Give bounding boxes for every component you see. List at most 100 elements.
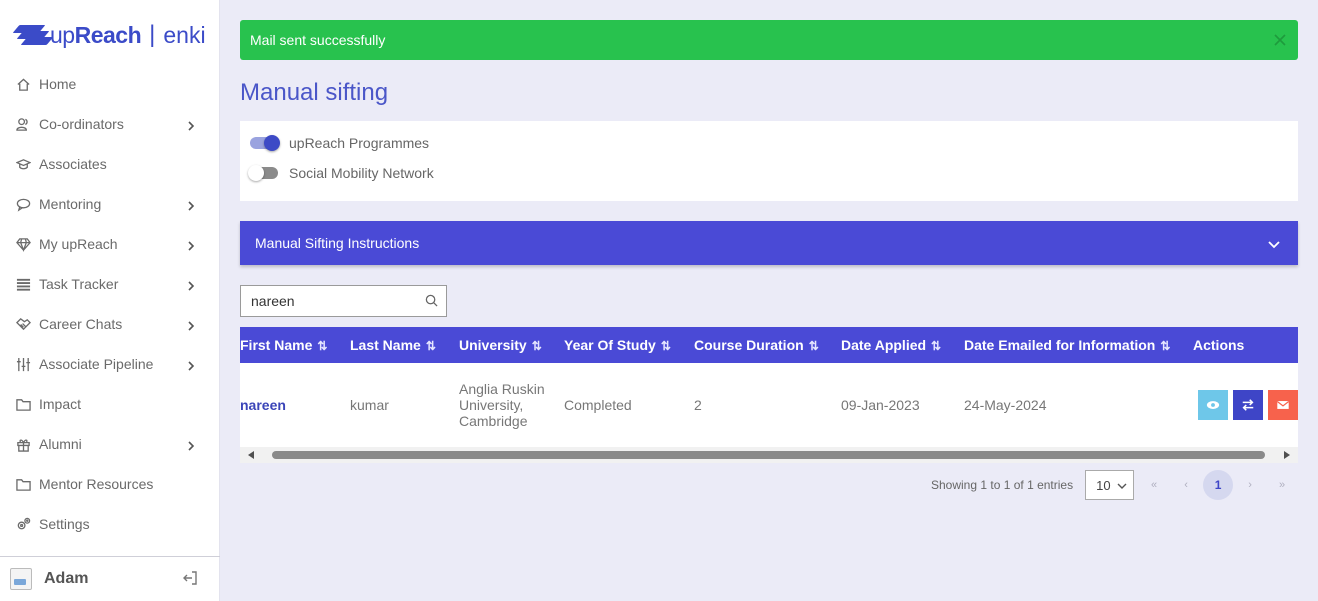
cell-actions [1193,363,1298,447]
toggle-label: Social Mobility Network [289,165,434,181]
handshake-icon [15,316,31,332]
user-name: Adam [44,570,89,587]
graduation-cap-icon [15,156,31,172]
sidebar-nav: Home Co-ordinators Associates Mentoring … [0,64,220,544]
list-icon [15,276,31,292]
sidebar-item-alumni[interactable]: Alumni [0,424,220,464]
sort-icon[interactable]: ⇅ [931,339,941,353]
email-button[interactable] [1268,390,1298,420]
toggle-upreach-programmes[interactable]: upReach Programmes [250,135,429,151]
column-header-last-name[interactable]: Last Name ⇅ [350,327,459,363]
sort-icon[interactable]: ⇅ [809,339,819,353]
entries-info: Showing 1 to 1 of 1 entries [931,478,1074,492]
cell-course-duration: 2 [694,397,702,413]
avatar[interactable] [10,568,32,590]
column-header-date-applied[interactable]: Date Applied ⇅ [841,327,964,363]
close-icon[interactable] [1274,33,1288,47]
sidebar-item-coordinators[interactable]: Co-ordinators [0,104,220,144]
brand-logo[interactable]: upReach | enki [12,20,206,50]
sidebar-item-label: Associate Pipeline [39,356,154,372]
users-icon [15,116,31,132]
sort-icon[interactable]: ⇅ [1160,339,1170,353]
brand-separator: | [149,21,156,48]
chevron-right-icon [186,358,198,371]
sidebar-item-label: Impact [39,396,82,412]
column-header-university[interactable]: University ⇅ [459,327,564,363]
column-header-first-name[interactable]: First Name ⇅ [240,327,350,363]
sidebar-item-label: Mentoring [39,196,102,212]
chevron-right-icon [186,438,198,451]
search-icon[interactable] [425,294,439,308]
chevron-down-icon [1268,237,1280,249]
sidebar-item-associates[interactable]: Associates [0,144,220,184]
exchange-icon [1242,399,1254,411]
chevron-right-icon [186,278,198,291]
gift-icon [15,436,31,452]
chevron-right-icon [186,238,198,251]
sidebar-item-label: Home [39,76,77,92]
toggle-social-mobility-network[interactable]: Social Mobility Network [248,165,434,181]
sidebar-item-settings[interactable]: Settings [0,504,220,544]
cell-date-applied: 09-Jan-2023 [841,397,920,413]
search-field [240,285,447,317]
search-input[interactable] [241,287,416,315]
brand-name: upReach [50,21,142,48]
folder-icon [15,476,31,492]
scroll-left-icon[interactable] [248,451,254,459]
sort-asc-icon[interactable]: ⇅ [317,339,327,353]
scrollbar-thumb[interactable] [272,451,1265,459]
column-header-year-of-study[interactable]: Year Of Study ⇅ [564,327,694,363]
diamond-icon [15,236,31,252]
instructions-accordion[interactable]: Manual Sifting Instructions [240,221,1298,265]
page-button-current[interactable]: 1 [1203,470,1234,500]
sidebar-item-label: Mentor Resources [39,476,154,492]
chat-bubble-icon [15,196,31,212]
sidebar-item-impact[interactable]: Impact [0,384,220,424]
first-name-link[interactable]: nareen [240,397,286,413]
view-button[interactable] [1198,390,1228,420]
table-row: nareen kumar Anglia Ruskin University, C… [240,363,1298,447]
sidebar-item-label: Alumni [39,436,82,452]
logout-icon[interactable] [182,570,200,588]
page-size-select[interactable]: 10 [1085,470,1135,500]
applicants-table: First Name ⇅ Last Name ⇅ University ⇅ Year … [240,327,1298,447]
toggle-switch[interactable] [250,135,280,151]
sort-icon[interactable]: ⇅ [661,339,671,353]
eye-icon [1206,401,1220,409]
next-page-button[interactable]: › [1234,470,1266,500]
sliders-icon [15,356,31,372]
chevron-right-icon [186,318,198,331]
cell-year-of-study: Completed [564,397,632,413]
gears-icon [15,516,31,532]
scroll-right-icon[interactable] [1284,451,1290,459]
home-icon [15,76,31,92]
programme-toggles: upReach Programmes Social Mobility Netwo… [240,121,1298,201]
column-header-date-emailed[interactable]: Date Emailed for Information ⇅ [964,327,1193,363]
last-page-button[interactable]: » [1266,470,1298,500]
sort-icon[interactable]: ⇅ [532,339,542,353]
transfer-button[interactable] [1233,390,1263,420]
pagination: Showing 1 to 1 of 1 entries 10 « ‹ 1 › » [931,470,1298,500]
column-header-actions: Actions [1193,337,1245,353]
toggle-switch[interactable] [248,165,278,181]
envelope-icon [1276,401,1290,409]
sort-icon[interactable]: ⇅ [426,339,436,353]
user-bar: Adam [0,556,220,601]
brand-product: enki [163,21,206,48]
logo-mark-icon [12,22,54,48]
sidebar-item-task-tracker[interactable]: Task Tracker [0,264,220,304]
column-header-course-duration[interactable]: Course Duration ⇅ [694,327,841,363]
sidebar-item-mentoring[interactable]: Mentoring [0,184,220,224]
cell-first-name[interactable]: nareen [240,363,350,447]
sidebar-item-associate-pipeline[interactable]: Associate Pipeline [0,344,220,384]
cell-last-name: kumar [350,397,389,413]
horizontal-scrollbar[interactable] [240,447,1298,463]
prev-page-button[interactable]: ‹ [1170,470,1202,500]
sidebar-item-career-chats[interactable]: Career Chats [0,304,220,344]
sidebar-item-home[interactable]: Home [0,64,220,104]
sidebar-item-mentor-resources[interactable]: Mentor Resources [0,464,220,504]
sidebar-item-label: Associates [39,156,107,172]
chevron-right-icon [186,198,198,211]
sidebar-item-my-upreach[interactable]: My upReach [0,224,220,264]
first-page-button[interactable]: « [1138,470,1170,500]
